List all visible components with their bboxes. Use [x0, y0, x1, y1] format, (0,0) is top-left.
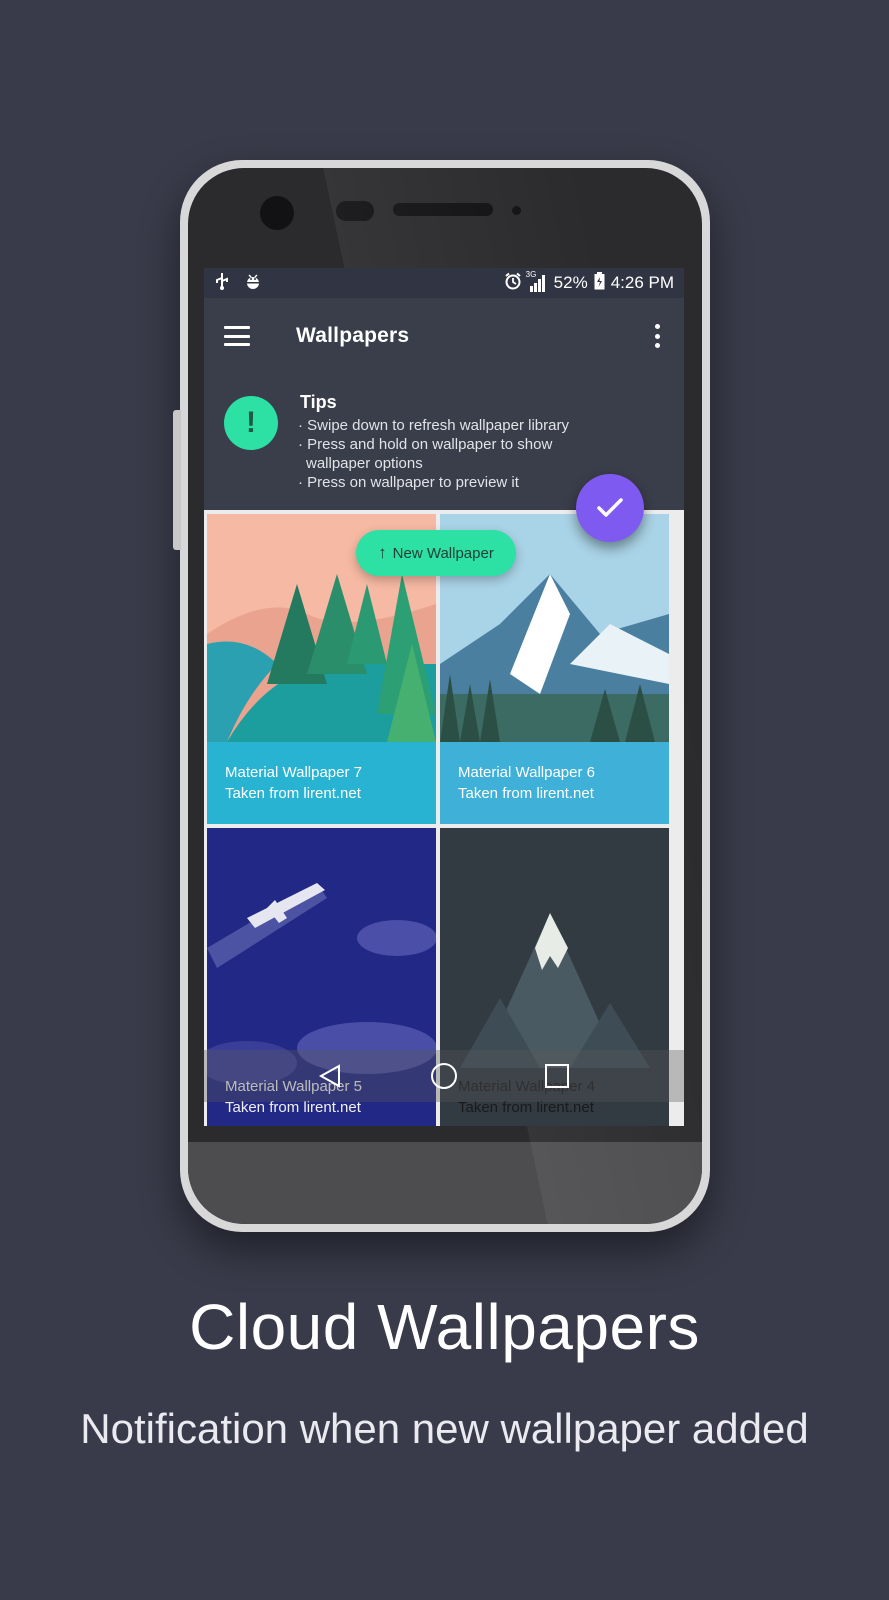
alarm-icon: [504, 272, 522, 295]
tip-item: · Press and hold on wallpaper to show wa…: [298, 436, 553, 472]
wallpaper-caption: Material Wallpaper 7 Taken from lirent.n…: [207, 742, 436, 824]
wallpaper-grid: Material Wallpaper 7 Taken from lirent.n…: [204, 510, 684, 1126]
wallpaper-caption: Material Wallpaper 6 Taken from lirent.n…: [440, 742, 669, 824]
system-nav-bar: [204, 1050, 684, 1102]
wallpaper-name: Material Wallpaper 6: [458, 764, 595, 781]
proximity-sensor: [336, 201, 374, 221]
wallpaper-source: Taken from lirent.net: [458, 785, 594, 802]
new-wallpaper-chip[interactable]: ↑ New Wallpaper: [356, 530, 516, 576]
battery-icon: [594, 271, 605, 295]
wallpaper-name: Material Wallpaper 7: [225, 764, 362, 781]
promo-subtitle: Notification when new wallpaper added: [80, 1405, 809, 1452]
tip-item: · Swipe down to refresh wallpaper librar…: [298, 417, 569, 434]
app-bar: Wallpapers: [204, 298, 684, 374]
wallpaper-source: Taken from lirent.net: [225, 785, 361, 802]
signal-icon: 3G: [526, 270, 548, 292]
more-vert-icon[interactable]: [654, 324, 660, 348]
device-screen: 3G 52% 4:26 PM Wallpapers ! Tips · Swipe…: [204, 268, 684, 1126]
front-camera: [260, 196, 294, 230]
battery-percent: 52%: [553, 273, 588, 292]
status-left: [214, 272, 262, 295]
recents-icon[interactable]: [540, 1059, 574, 1093]
new-wallpaper-label: New Wallpaper: [392, 544, 494, 562]
android-debug-icon: [244, 272, 262, 295]
status-bar: 3G 52% 4:26 PM: [204, 268, 684, 298]
home-icon[interactable]: [427, 1059, 461, 1093]
clock: 4:26 PM: [610, 273, 674, 292]
promo-title: Cloud Wallpapers: [189, 1291, 700, 1363]
status-right: 3G 52% 4:26 PM: [504, 270, 674, 295]
check-icon: [597, 498, 623, 517]
light-sensor: [512, 206, 521, 215]
side-button: [173, 410, 181, 550]
arrow-up-icon: ↑: [378, 543, 387, 562]
tips-list: · Swipe down to refresh wallpaper librar…: [298, 416, 598, 492]
info-badge-icon: !: [224, 396, 278, 450]
hamburger-menu-icon[interactable]: [224, 326, 250, 346]
tips-title: Tips: [300, 392, 337, 412]
apply-fab-button[interactable]: [576, 474, 644, 542]
earpiece-speaker: [393, 203, 493, 216]
network-type: 3G: [525, 270, 537, 279]
tip-item: · Press on wallpaper to preview it: [298, 474, 519, 491]
phone-chin: [188, 1142, 702, 1224]
page-title: Wallpapers: [296, 324, 410, 347]
back-icon[interactable]: [314, 1059, 348, 1093]
usb-icon: [214, 272, 230, 295]
